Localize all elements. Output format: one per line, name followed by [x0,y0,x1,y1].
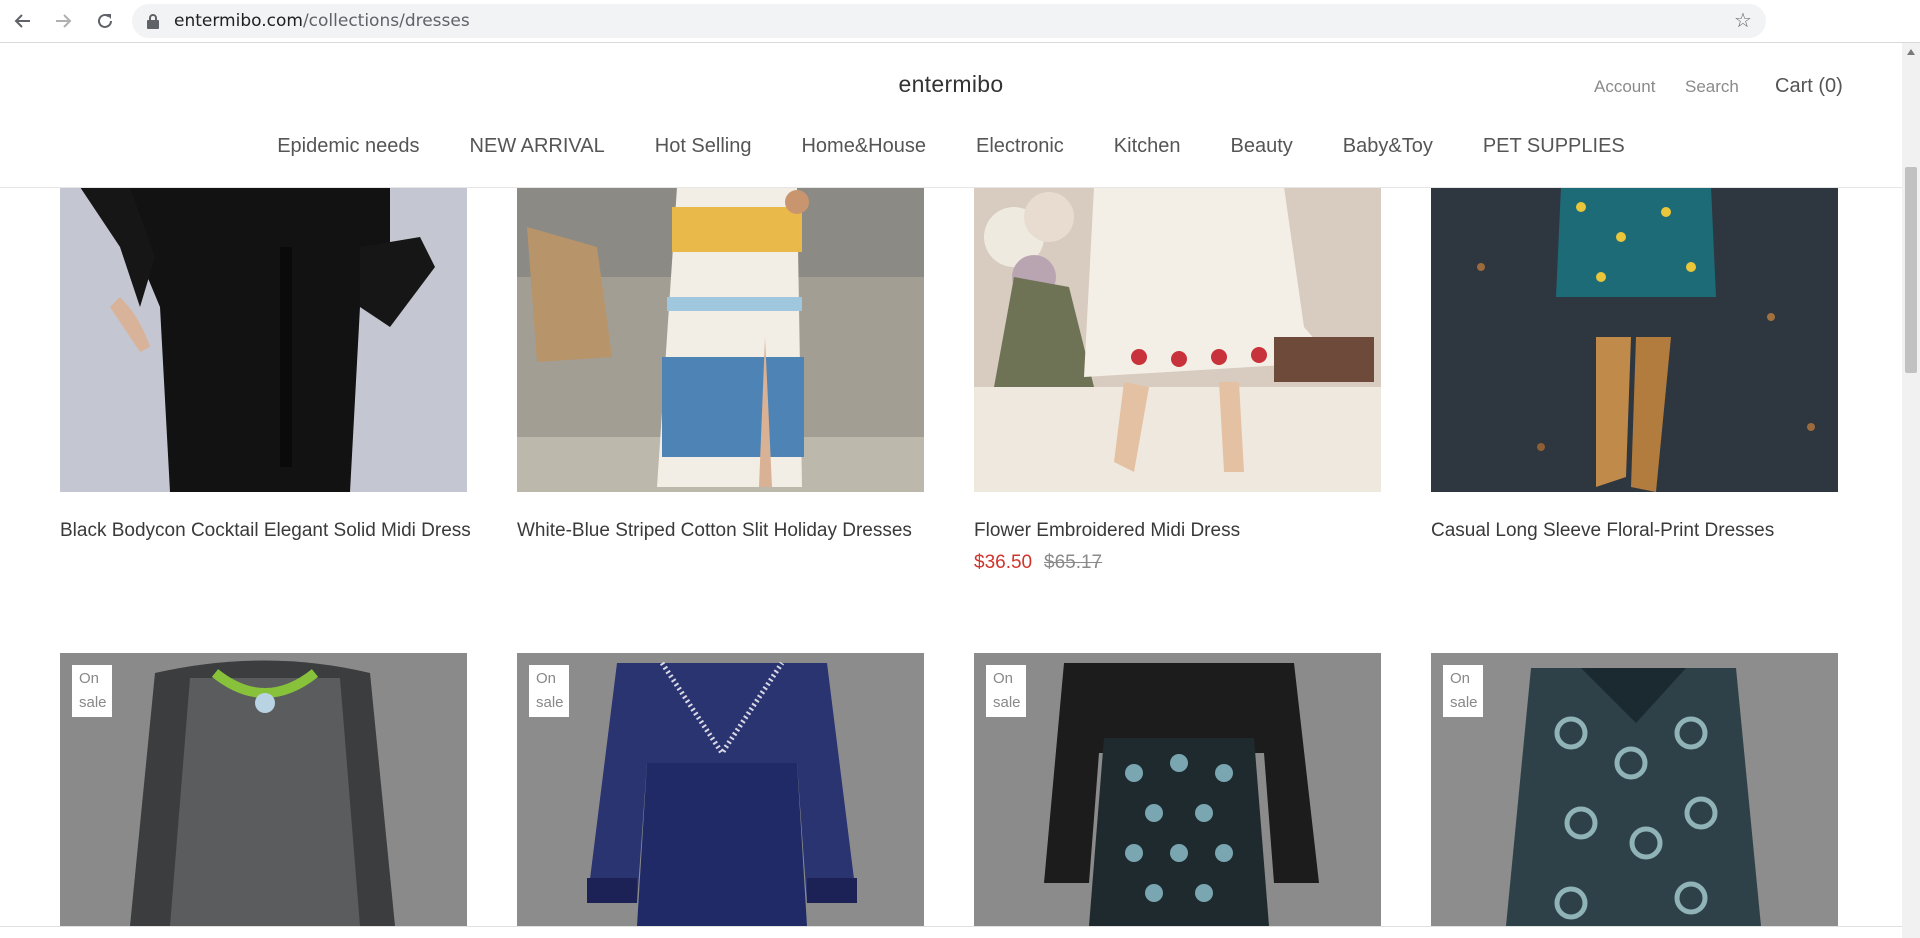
product-title[interactable]: Black Bodycon Cocktail Elegant Solid Mid… [60,520,471,542]
sale-price: $36.50 [974,552,1033,573]
nav-item-baby-toy[interactable]: Baby&Toy [1343,135,1433,158]
store-header: entermibo Account Search Cart (0) Epidem… [0,43,1902,188]
nav-item-home-house[interactable]: Home&House [801,135,926,158]
product-image[interactable] [1431,187,1838,492]
nav-item-new-arrival[interactable]: NEW ARRIVAL [470,135,605,158]
product-title[interactable]: Casual Long Sleeve Floral-Print Dresses [1431,520,1774,542]
on-sale-badge: On sale [986,665,1026,717]
nav-item-epidemic-needs[interactable]: Epidemic needs [277,135,419,158]
on-sale-badge: On sale [72,665,112,717]
cart-link[interactable]: Cart (0) [1775,75,1843,98]
scroll-up-icon[interactable] [1907,49,1915,55]
bottom-divider [0,926,1902,927]
compare-price: $65.17 [1044,552,1103,573]
main-nav: Epidemic needs NEW ARRIVAL Hot Selling Home… [0,135,1902,158]
account-link[interactable]: Account [1594,77,1655,97]
search-link[interactable]: Search [1685,77,1739,97]
product-title[interactable]: White-Blue Striped Cotton Slit Holiday D… [517,520,912,542]
product-image[interactable]: On sale [517,653,924,926]
nav-item-kitchen[interactable]: Kitchen [1114,135,1181,158]
on-sale-badge: On sale [529,665,569,717]
page-scrollbar[interactable] [1902,43,1920,938]
on-sale-badge: On sale [1443,665,1483,717]
nav-item-electronic[interactable]: Electronic [976,135,1064,158]
nav-item-hot-selling[interactable]: Hot Selling [655,135,752,158]
product-image[interactable] [517,187,924,492]
nav-item-pet-supplies[interactable]: PET SUPPLIES [1483,135,1625,158]
product-image[interactable] [974,187,1381,492]
nav-item-beauty[interactable]: Beauty [1231,135,1293,158]
product-title[interactable]: Flower Embroidered Midi Dress [974,520,1240,542]
scroll-thumb[interactable] [1905,167,1917,373]
product-image[interactable]: On sale [60,653,467,926]
product-image[interactable]: On sale [1431,653,1838,926]
product-image[interactable]: On sale [974,653,1381,926]
product-image[interactable] [60,187,467,492]
